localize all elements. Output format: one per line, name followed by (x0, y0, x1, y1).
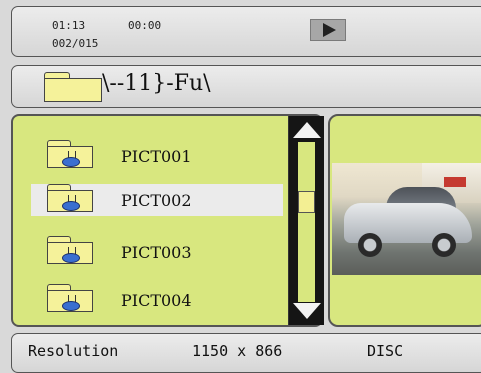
picture-folder-icon (47, 140, 105, 170)
play-icon[interactable] (310, 19, 346, 41)
list-item[interactable]: PICT001 (31, 140, 283, 172)
total-time: 00:00 (128, 19, 162, 32)
list-item-label: PICT003 (121, 243, 192, 262)
track-counter: 002/015 (52, 37, 99, 50)
folder-icon (44, 72, 102, 102)
scroll-thumb[interactable] (298, 191, 315, 213)
scroll-up-arrow-icon[interactable] (293, 122, 321, 138)
list-item[interactable]: PICT004 (31, 284, 283, 316)
current-path: \--11}-Fu\ (102, 71, 211, 96)
file-info-bar: Resolution 1150 x 866 DISC (11, 333, 481, 373)
playback-status-bar: 01:13 00:00 002/015 (11, 6, 481, 57)
car-photo-thumbnail (332, 163, 481, 275)
scroll-track[interactable] (298, 142, 315, 302)
picture-folder-icon (47, 284, 105, 314)
resolution-value: 1150 x 866 (192, 342, 283, 360)
scroll-down-arrow-icon[interactable] (293, 303, 321, 319)
vertical-scrollbar[interactable] (288, 116, 324, 325)
media-source: DISC (367, 342, 404, 360)
path-bar: \--11}-Fu\ (11, 65, 481, 108)
resolution-label: Resolution (28, 342, 119, 360)
picture-folder-icon (47, 236, 105, 266)
picture-folder-icon (47, 184, 105, 214)
list-item[interactable]: PICT003 (31, 236, 283, 268)
preview-panel (328, 114, 481, 327)
file-list: PICT001 PICT002 PICT003 PICT004 (11, 114, 324, 327)
elapsed-time: 01:13 (52, 19, 86, 32)
list-item-label: PICT001 (121, 147, 192, 166)
list-item-label: PICT004 (121, 291, 192, 310)
list-item-selected[interactable]: PICT002 (31, 184, 283, 216)
list-item-label: PICT002 (121, 191, 192, 210)
